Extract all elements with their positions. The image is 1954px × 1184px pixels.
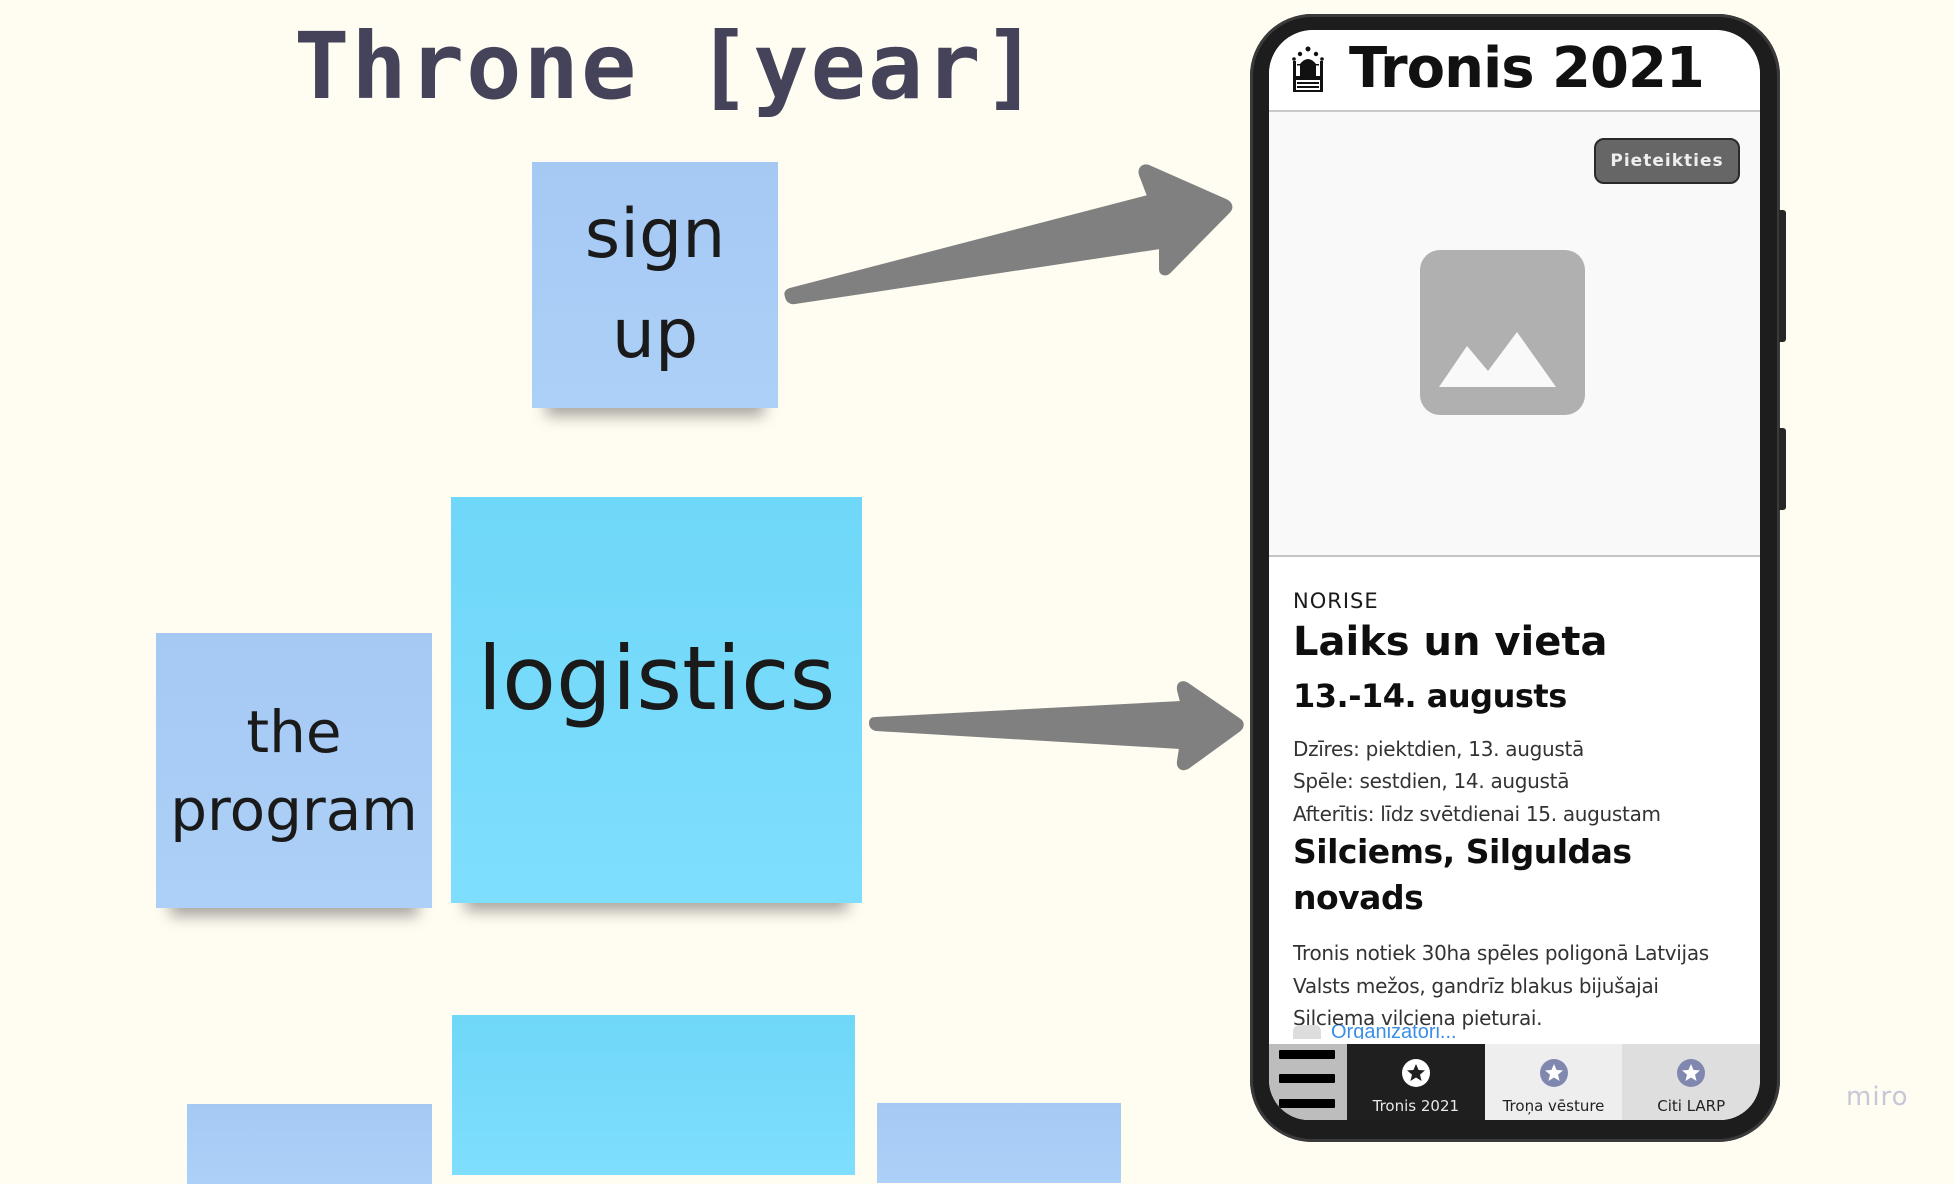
organizers-icon xyxy=(1293,1025,1321,1039)
location-line: novads xyxy=(1293,878,1424,917)
tab-label: Tronis 2021 xyxy=(1372,1097,1460,1115)
star-icon xyxy=(1677,1059,1706,1087)
organizers-link[interactable]: Organizatori... xyxy=(1293,1025,1457,1039)
sticky-text-line: program xyxy=(170,775,418,844)
phone-side-button xyxy=(1779,428,1786,510)
star-icon xyxy=(1539,1059,1568,1087)
throne-icon xyxy=(1292,46,1324,92)
sticky-note-bottom-center[interactable] xyxy=(452,1015,855,1175)
schedule-line-game: Spēle: sestdien, 14. augustā xyxy=(1293,769,1570,793)
phone-side-button xyxy=(1779,210,1786,342)
tab-trona-vesture[interactable]: Troņa vēsture xyxy=(1484,1044,1623,1120)
sticky-text-line: the xyxy=(246,697,342,766)
hamburger-menu-icon[interactable] xyxy=(1269,1044,1347,1120)
schedule-line-afterparty: Afterītis: līdz svētdienai 15. augustam xyxy=(1293,802,1661,826)
bottom-nav: Tronis 2021 Troņa vēsture Citi LARP xyxy=(1269,1044,1760,1120)
hero-banner: Pieteikties xyxy=(1269,112,1760,557)
schedule-line-feast: Dzīres: piektdien, 13. augustā xyxy=(1293,737,1584,761)
signup-button[interactable]: Pieteikties xyxy=(1594,138,1740,184)
tab-citi-larp[interactable]: Citi LARP xyxy=(1622,1044,1760,1120)
location-title: Silciems, Silguldas novads xyxy=(1293,829,1632,921)
tab-label: Troņa vēsture xyxy=(1502,1097,1605,1115)
miro-watermark: miro xyxy=(1846,1082,1909,1112)
sticky-text-line: sign xyxy=(584,195,726,274)
tab-tronis-2021[interactable]: Tronis 2021 xyxy=(1347,1044,1485,1120)
image-placeholder-icon xyxy=(1420,250,1585,415)
organizers-link-label: Organizatori... xyxy=(1331,1025,1457,1039)
tab-label: Citi LARP xyxy=(1657,1097,1726,1115)
star-icon xyxy=(1401,1059,1430,1087)
sticky-note-bottom-right[interactable] xyxy=(877,1103,1121,1183)
app-header: Tronis 2021 xyxy=(1269,30,1760,112)
board-title: Throne [year] xyxy=(294,13,1041,120)
section-title: Laiks un vieta xyxy=(1293,619,1608,665)
event-date: 13.-14. augusts xyxy=(1293,677,1567,715)
arrow-signup-to-button[interactable] xyxy=(784,164,1233,305)
location-line: Silciems, Silguldas xyxy=(1293,832,1632,871)
sticky-text-line: up xyxy=(611,295,699,374)
location-description: Tronis notiek 30ha spēles poligonā Latvi… xyxy=(1293,941,1709,1030)
app-title: Tronis 2021 xyxy=(1349,36,1705,101)
sticky-note-the-program[interactable]: the program xyxy=(156,633,432,908)
sticky-note-sign-up[interactable]: sign up xyxy=(532,162,778,408)
phone-screen: Tronis 2021 Pieteikties NORISE Laiks un … xyxy=(1269,30,1760,1120)
sticky-note-logistics[interactable]: logistics xyxy=(451,497,862,903)
section-overline: NORISE xyxy=(1293,589,1379,613)
arrow-logistics-to-section[interactable] xyxy=(869,681,1244,771)
sticky-text-line: logistics xyxy=(477,627,836,730)
sticky-note-bottom-left[interactable] xyxy=(187,1104,432,1184)
